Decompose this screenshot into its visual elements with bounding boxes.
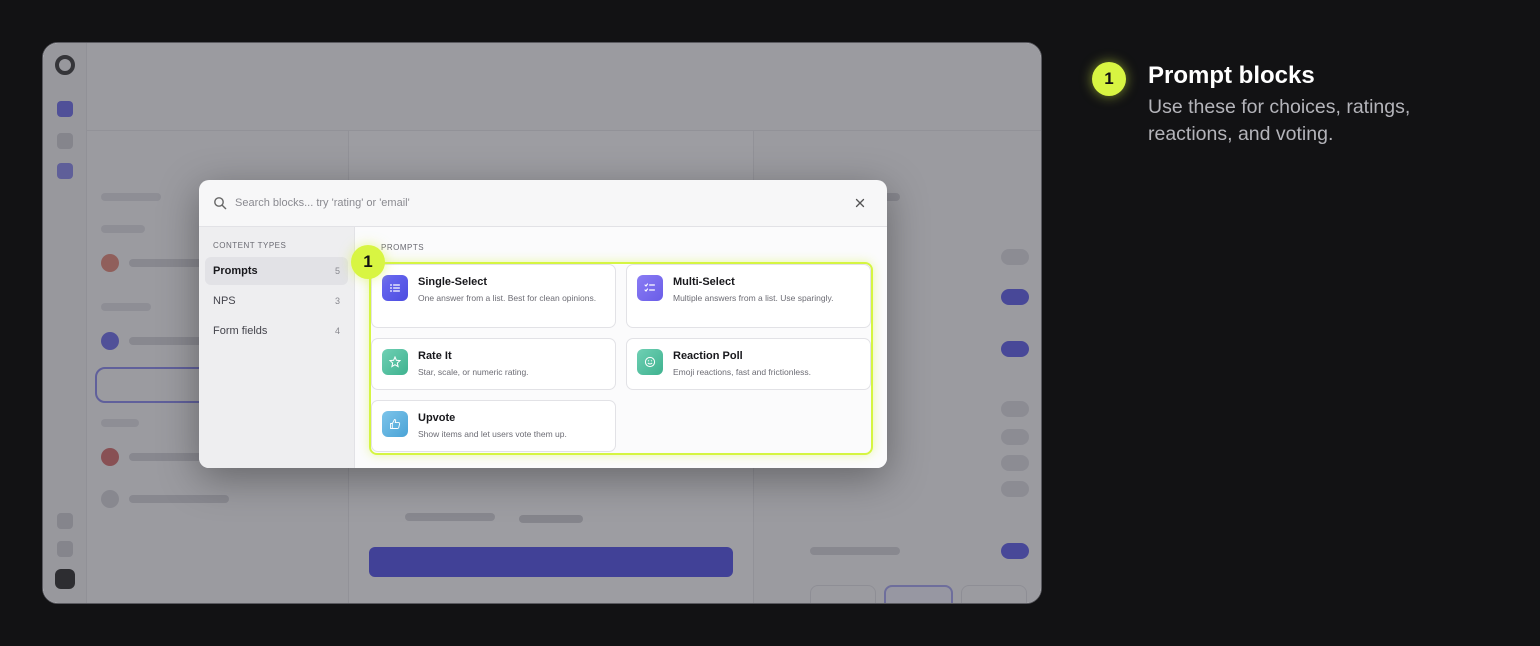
blocks-panel: PROMPTS Single-Select One answer from a …: [355, 227, 887, 468]
category-label: Prompts: [213, 265, 258, 277]
block-card-multi-select[interactable]: Multi-Select Multiple answers from a lis…: [626, 264, 871, 328]
annotation-description: Use these for choices, ratings, reaction…: [1148, 96, 1411, 146]
category-nps[interactable]: NPS 3: [205, 287, 348, 315]
block-picker-modal: CONTENT TYPES Prompts 5 NPS 3 Form field…: [199, 180, 887, 468]
block-card-single-select[interactable]: Single-Select One answer from a list. Be…: [371, 264, 616, 328]
list-icon: [382, 275, 408, 301]
block-search-input[interactable]: [235, 197, 853, 209]
block-card-rate-it[interactable]: Rate It Star, scale, or numeric rating.: [371, 338, 616, 390]
category-form-fields[interactable]: Form fields 4: [205, 317, 348, 345]
app-screenshot-frame: CONTENT TYPES Prompts 5 NPS 3 Form field…: [42, 42, 1042, 604]
close-icon[interactable]: [853, 196, 867, 210]
smiley-icon: [637, 349, 663, 375]
thumbs-up-icon: [382, 411, 408, 437]
category-count: 4: [334, 326, 340, 336]
search-icon: [214, 197, 227, 210]
block-title: Reaction Poll: [673, 350, 743, 362]
category-label: Form fields: [213, 325, 268, 337]
block-card-reaction-poll[interactable]: Reaction Poll Emoji reactions, fast and …: [626, 338, 871, 390]
block-description: Show items and let users vote them up.: [418, 429, 567, 439]
block-title: Single-Select: [418, 276, 488, 288]
block-title: Rate It: [418, 350, 452, 362]
prompts-section-heading: PROMPTS: [381, 243, 425, 252]
block-title: Multi-Select: [673, 276, 735, 288]
block-description: Star, scale, or numeric rating.: [418, 367, 529, 377]
category-prompts[interactable]: Prompts 5: [205, 257, 348, 285]
star-icon: [382, 349, 408, 375]
category-count: 5: [334, 266, 340, 276]
block-search-bar: [199, 180, 887, 227]
category-label: NPS: [213, 295, 236, 307]
content-types-sidebar: CONTENT TYPES Prompts 5 NPS 3 Form field…: [199, 227, 355, 468]
block-description: Multiple answers from a list. Use sparin…: [673, 293, 834, 303]
block-title: Upvote: [418, 412, 456, 424]
block-card-upvote[interactable]: Upvote Show items and let users vote the…: [371, 400, 616, 452]
checklist-icon: [637, 275, 663, 301]
content-types-heading: CONTENT TYPES: [213, 241, 287, 250]
category-count: 3: [334, 296, 340, 306]
step-marker: 1: [351, 245, 385, 279]
annotation-title: Prompt blocks: [1148, 62, 1315, 89]
block-description: Emoji reactions, fast and frictionless.: [673, 367, 811, 377]
block-description: One answer from a list. Best for clean o…: [418, 293, 597, 303]
annotation-step-badge: 1: [1092, 62, 1126, 96]
